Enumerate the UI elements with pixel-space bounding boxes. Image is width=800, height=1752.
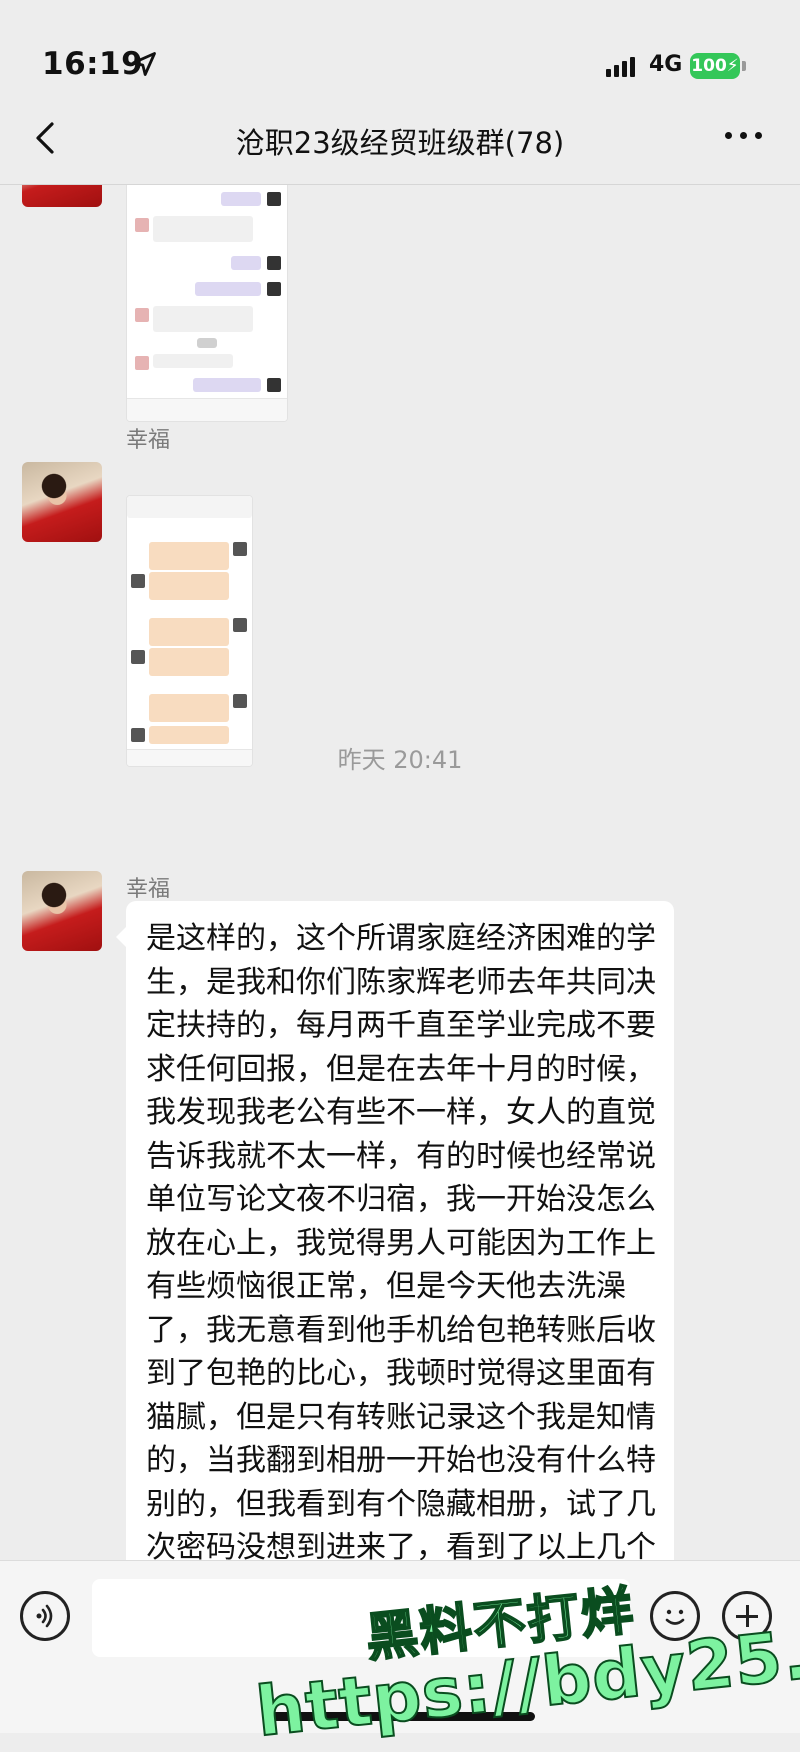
- voice-icon: [36, 1604, 53, 1628]
- nav-bar: 沧职23级经贸班级群(78): [0, 92, 800, 185]
- battery-level: 100: [691, 56, 727, 76]
- avatar[interactable]: [22, 185, 102, 207]
- voice-input-button[interactable]: [20, 1591, 70, 1641]
- battery-tip: [742, 61, 746, 71]
- clock: 16:19: [42, 46, 144, 82]
- chat-title: 沧职23级经贸班级群(78): [235, 126, 565, 160]
- status-bar: 16:19 4G 100 ⚡: [0, 0, 800, 92]
- avatar[interactable]: [22, 462, 102, 542]
- chat-area[interactable]: 幸福 昨天 20:41 幸福 是这样的，这个所谓家庭经济困难的学生，是我和你们陈…: [0, 185, 800, 1560]
- screenshot-image[interactable]: [126, 185, 288, 422]
- sender-name: 幸福: [126, 877, 171, 902]
- location-arrow-icon: [132, 52, 156, 76]
- sender-name: 幸福: [126, 428, 171, 453]
- signal-icon: [606, 57, 635, 77]
- message-bubble[interactable]: 是这样的，这个所谓家庭经济困难的学生，是我和你们陈家辉老师去年共同决定扶持的，每…: [116, 901, 674, 1560]
- timestamp: 昨天 20:41: [337, 746, 463, 774]
- avatar[interactable]: [22, 871, 102, 951]
- network-type: 4G: [649, 52, 683, 77]
- battery-icon: 100 ⚡: [690, 53, 740, 79]
- more-icon[interactable]: [725, 132, 762, 139]
- screenshot-image[interactable]: [126, 495, 253, 767]
